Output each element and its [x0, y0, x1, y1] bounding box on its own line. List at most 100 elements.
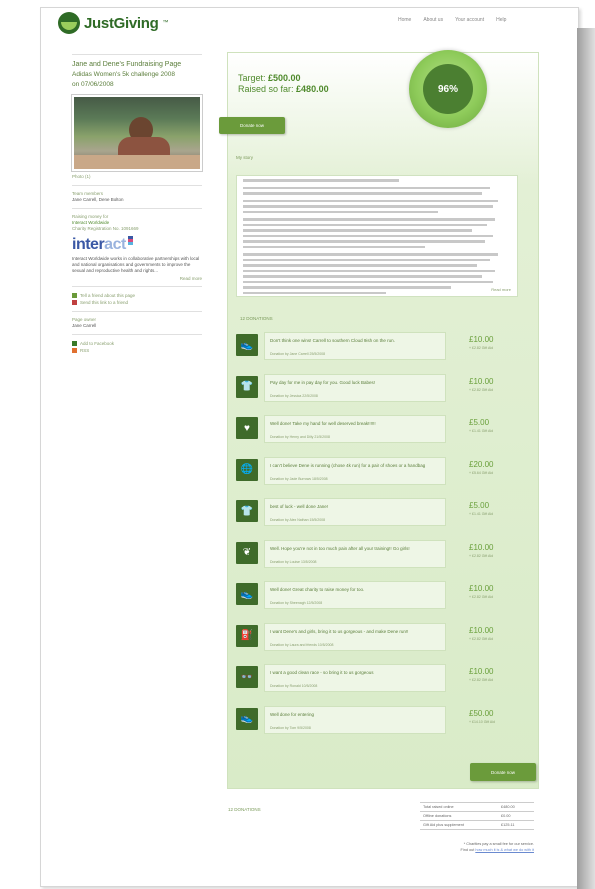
donation-gift-aid: + £2.82 Gift Aid [469, 346, 494, 350]
nav-about[interactable]: About us [423, 17, 443, 23]
justgiving-logo[interactable]: JustGiving ™ [58, 12, 169, 34]
check-icon [72, 341, 77, 346]
story-text-line [243, 245, 425, 248]
rss-link[interactable]: RSS [72, 347, 202, 354]
donation-message: best of luck - well done Jane! [270, 504, 329, 509]
fee-note-prefix: Find out [460, 848, 476, 852]
charity-logo[interactable]: interact [72, 236, 202, 254]
story-text-line [243, 258, 490, 261]
donation-gift-aid: + £2.82 Gift Aid [469, 387, 494, 392]
donation-by: Donation by Henry and Dilly 21/5/2008 [270, 435, 330, 439]
donation-row: 👟 Don't think one wins! Carrell to southe… [236, 332, 516, 366]
target-line: Target: £500.00 [238, 73, 329, 84]
donation-by: Donation by Jade Burrows 18/5/2008 [270, 476, 328, 481]
donation-message: I want a good clean race - so bring it t… [270, 670, 374, 675]
raised-line: Raised so far: £480.00 [238, 84, 329, 95]
donation-gift-aid: + £2.82 Gift Aid [469, 678, 494, 682]
nav-home[interactable]: Home [398, 17, 411, 23]
fee-note: * Charities pay a small fee for our serv… [410, 841, 534, 853]
donation-amount: £10.00 [469, 542, 494, 552]
story-read-more[interactable]: Read more [491, 287, 511, 292]
sidebar-divider [72, 54, 202, 55]
story-text-line [243, 186, 490, 189]
progress-percent: 96% [423, 64, 473, 114]
fundraiser-photo[interactable] [71, 94, 203, 172]
donation-gift-aid: + £1.41 Gift Aid [469, 429, 494, 433]
totals-row: Gift Aid plus supplement £125.11 [420, 821, 534, 830]
fundraising-summary: Target: £500.00 Raised so far: £480.00 [238, 73, 329, 95]
story-text-line [243, 192, 483, 195]
donation-row: 🌐 I can't believe Dene is running (chose … [236, 456, 516, 491]
story-heading: My story [236, 155, 254, 160]
donate-button-bottom[interactable]: Donate now [470, 763, 536, 781]
donation-by: Donation by Tom 9/5/2008 [270, 725, 311, 730]
donation-row: ⛽ I want Dene's and girls, bring it to us… [236, 622, 516, 657]
story-text-line [243, 218, 496, 221]
facebook-link[interactable]: Add to Facebook [72, 340, 202, 347]
fuel-icon: ⛽ [236, 624, 258, 647]
tell-friend-label: Tell a friend about this page [80, 293, 136, 298]
story-text-line [243, 234, 493, 237]
nav-help[interactable]: Help [496, 17, 506, 23]
fee-note-link[interactable]: how much it is & what we do with it [475, 848, 534, 852]
event-name: Adidas Women's 5k challenge 2008 [72, 71, 176, 78]
donation-amount: £10.00 [469, 376, 494, 386]
donation-message-bubble: Well done! Take my hand for well deserve… [264, 415, 446, 443]
sidebar-divider [72, 286, 202, 287]
shirt-icon: 👕 [236, 500, 258, 522]
donation-gift-aid: + £2.82 Gift Aid [469, 595, 494, 599]
donation-message-bubble: I want Dene's and girls, bring it to us … [264, 622, 446, 651]
donation-gift-aid: + £2.82 Gift Aid [469, 636, 494, 641]
page-edge [577, 28, 595, 889]
page-title: Jane and Dene's Fundraising Page [72, 61, 182, 68]
donation-amount: £10.00 [469, 667, 494, 676]
globe-icon: 🌐 [236, 458, 258, 481]
nav-account[interactable]: Your account [455, 17, 484, 23]
donation-row: 👓 I want a good clean race - so bring it … [236, 664, 516, 698]
donation-amount: £50.00 [469, 708, 494, 718]
totals-table: Total raised online £480.00 Offline donati… [420, 802, 534, 830]
totals-value: £0.00 [501, 814, 511, 818]
sidebar-divider [72, 311, 202, 312]
send-link[interactable]: Send this link to a friend [72, 299, 202, 306]
story-text-line [243, 240, 485, 243]
story-text-line [243, 280, 493, 283]
tell-friend-link[interactable]: Tell a friend about this page [72, 292, 202, 299]
donation-gift-aid: + £2.82 Gift Aid [469, 553, 494, 558]
target-label: Target: [238, 73, 266, 83]
donation-message-bubble: Well. Hope you're not in too much pain a… [264, 539, 446, 568]
donation-message: Well done! Great charity to raise money … [270, 587, 365, 592]
charity-read-more[interactable]: Read more [72, 276, 202, 281]
donation-message-bubble: Don't think one wins! Carrell to souther… [264, 332, 446, 360]
charity-flag-icon [127, 236, 133, 245]
totals-value: £125.11 [501, 823, 515, 827]
sidebar: Jane and Dene's Fundraising Page Adidas … [71, 54, 203, 354]
donation-row: 👟 Well done! Great charity to raise money… [236, 581, 516, 615]
logo-circle-icon [58, 12, 80, 34]
top-navigation: Home About us Your account Help [398, 17, 506, 23]
story-text-line [243, 210, 438, 213]
totals-value: £480.00 [501, 805, 515, 809]
donation-amount: £20.00 [469, 459, 494, 469]
story-box: Read more [236, 175, 518, 297]
donation-message-bubble: I want a good clean race - so bring it t… [264, 664, 446, 692]
event-date: on 07/06/2008 [72, 81, 114, 88]
donation-row: 👕 Pay day for me in pay day for you. Good… [236, 373, 516, 408]
story-text-line [243, 291, 386, 294]
mail-icon [72, 300, 77, 305]
logo-trademark: ™ [162, 20, 169, 26]
sidebar-divider [72, 334, 202, 335]
donation-by: Donation by Ronald 10/5/2008 [270, 684, 318, 688]
donation-amount: £10.00 [469, 625, 494, 635]
raised-label: Raised so far: [238, 84, 294, 94]
photo-link[interactable]: Photo (1) [72, 174, 202, 180]
story-text-line [243, 286, 451, 289]
donation-row: ♥ Well done! Take my hand for well deserv… [236, 415, 516, 449]
donate-button[interactable]: Donate now [219, 117, 285, 134]
send-link-label: Send this link to a friend [80, 300, 129, 305]
person-icon [72, 293, 77, 298]
story-text-line [243, 205, 493, 208]
donation-message-bubble: Well done for entering Donation by Tom 9/… [264, 705, 446, 734]
shoe-icon: 👟 [236, 707, 258, 730]
photo-table [74, 155, 200, 169]
